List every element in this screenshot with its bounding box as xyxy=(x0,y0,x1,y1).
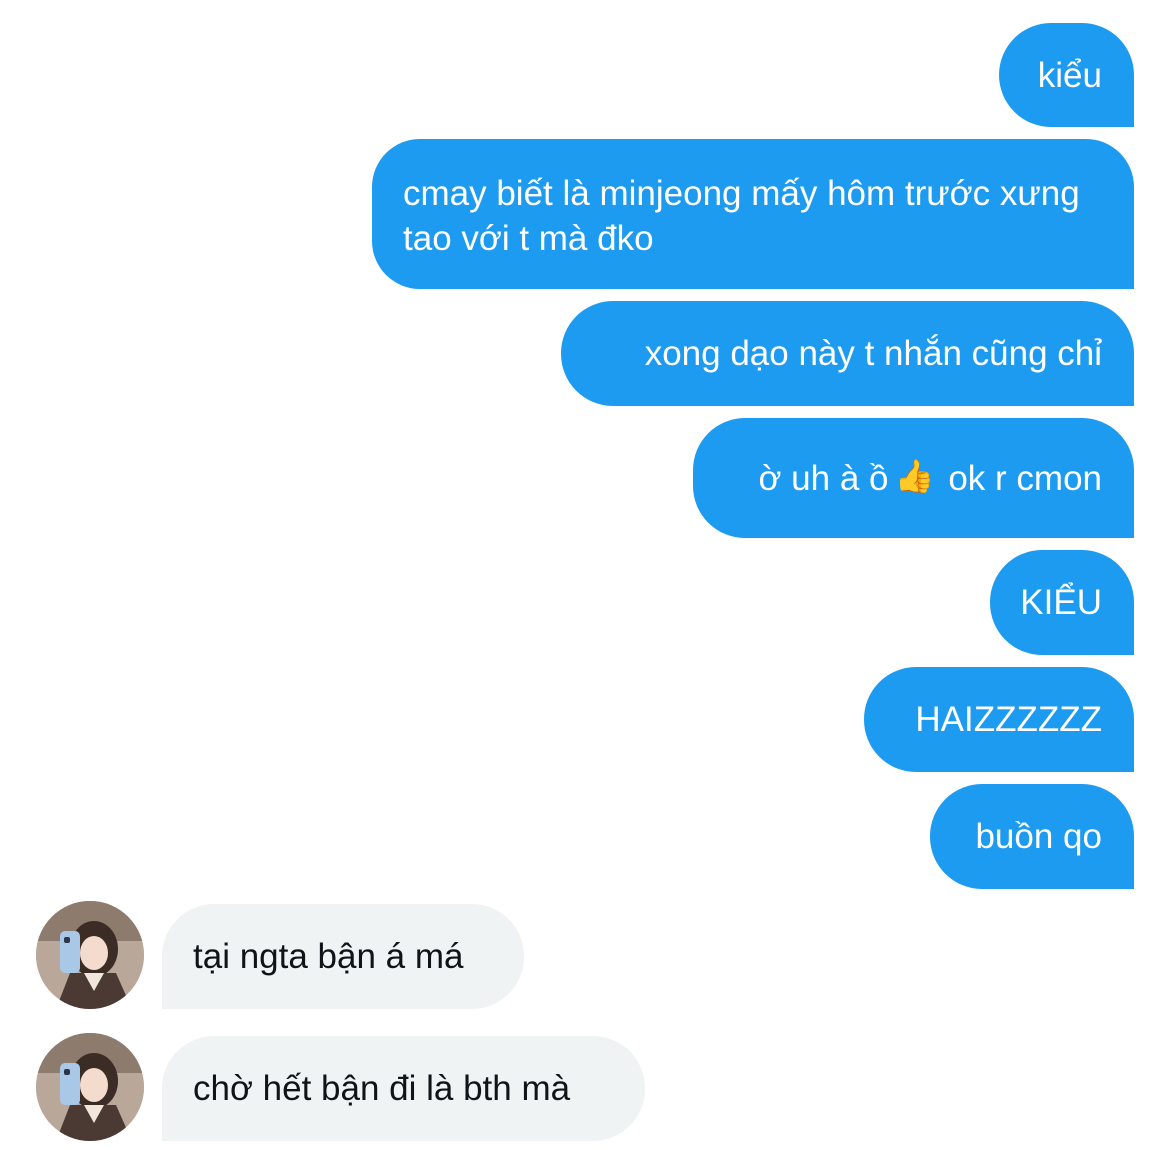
sent-message-bubble[interactable]: kiểu xyxy=(999,23,1134,127)
sent-message-bubble[interactable]: xong dạo này t nhắn cũng chỉ xyxy=(561,301,1134,406)
sent-message-bubble[interactable]: ờ uh à ồ 👍 ok r cmon xyxy=(693,418,1134,538)
message-text-before-emoji: ờ uh à ồ xyxy=(758,458,889,498)
message-text: kiểu xyxy=(1037,55,1102,95)
sent-message-bubble[interactable]: buồn qo xyxy=(930,784,1134,889)
message-text: buồn qo xyxy=(975,817,1102,856)
received-message-bubble[interactable]: chờ hết bận đi là bth mà xyxy=(162,1036,645,1141)
message-text: tại ngta bận á má xyxy=(193,937,464,976)
sent-message-bubble[interactable]: KIỂU xyxy=(990,550,1134,655)
thumbs-up-icon: 👍 xyxy=(894,456,935,495)
sent-message-bubble[interactable]: HAIZZZZZZ xyxy=(864,667,1134,772)
avatar[interactable] xyxy=(36,1033,144,1141)
sent-message-bubble[interactable]: cmay biết là minjeong mấy hôm trước xưng… xyxy=(372,139,1134,289)
avatar[interactable] xyxy=(36,901,144,1009)
avatar-image xyxy=(36,901,144,1009)
message-text-after-emoji: ok r cmon xyxy=(948,458,1102,498)
message-text: HAIZZZZZZ xyxy=(915,700,1102,739)
message-text: chờ hết bận đi là bth mà xyxy=(193,1069,571,1108)
avatar-image xyxy=(36,1033,144,1141)
received-message-bubble[interactable]: tại ngta bận á má xyxy=(162,904,524,1009)
message-text: xong dạo này t nhắn cũng chỉ xyxy=(644,334,1102,373)
message-text: KIỂU xyxy=(1020,583,1102,622)
message-text: cmay biết là minjeong mấy hôm trước xưng… xyxy=(403,174,1080,258)
